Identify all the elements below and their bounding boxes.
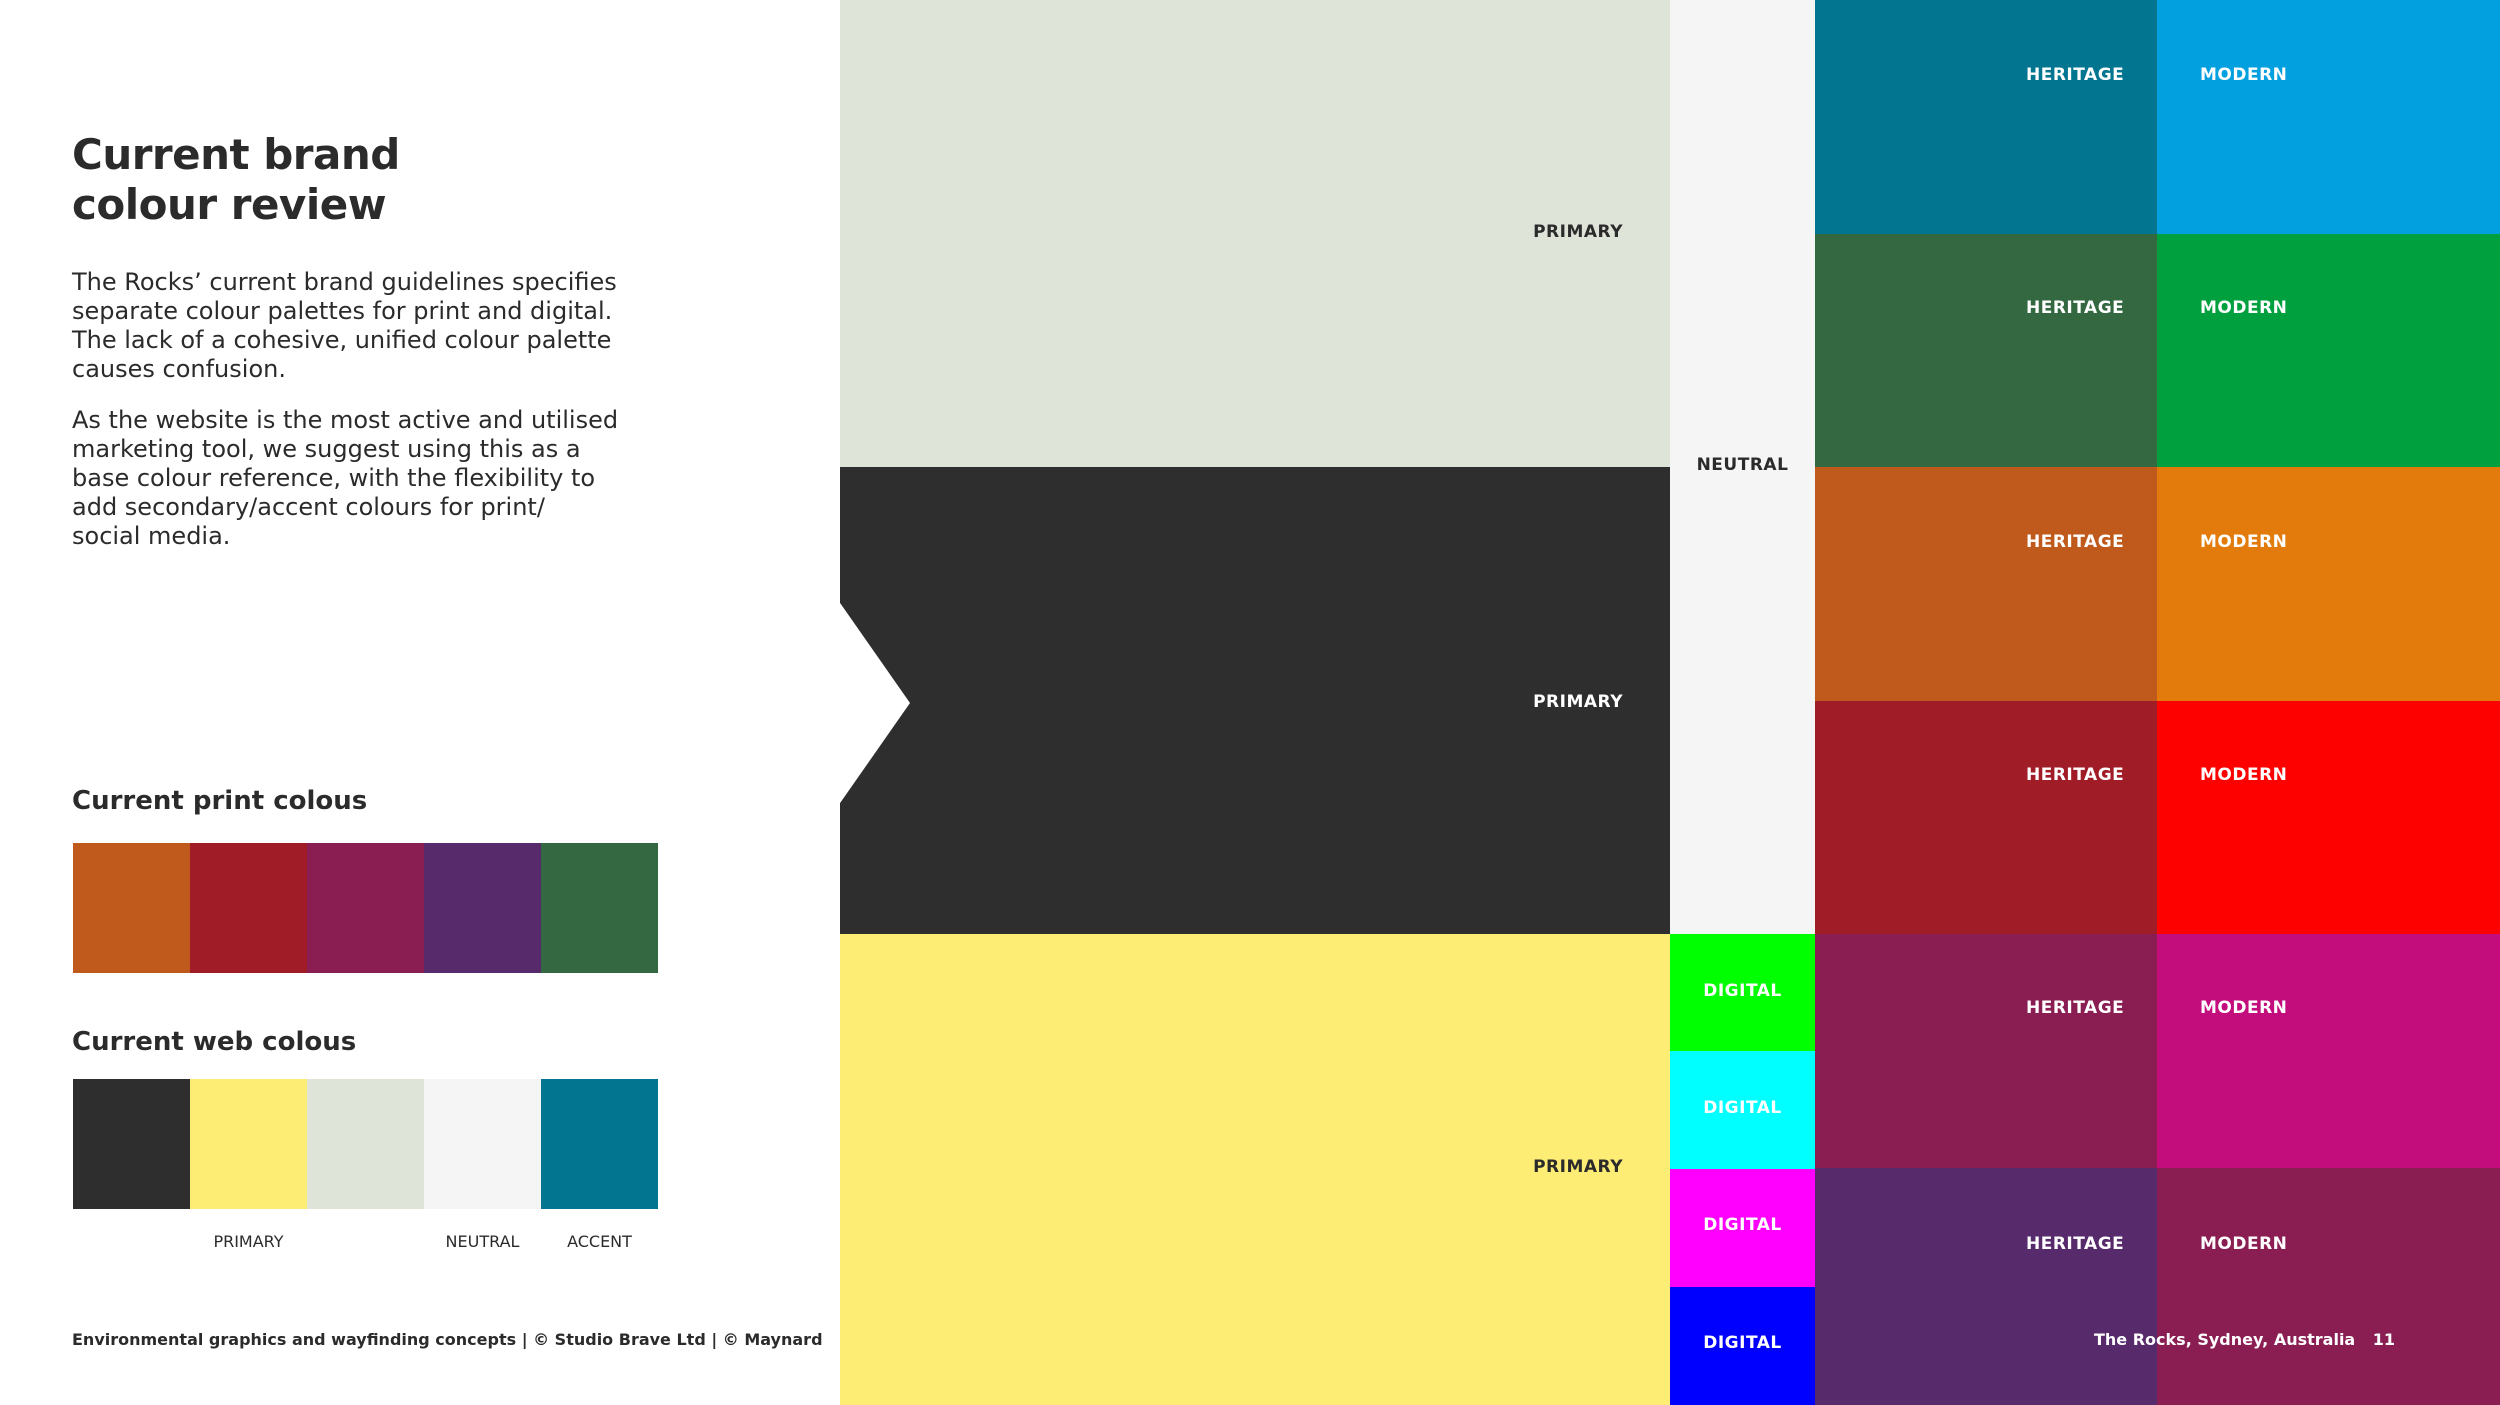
- footer-location: The Rocks, Sydney, Australia 11: [2094, 1330, 2395, 1349]
- print-swatch-3: [307, 843, 425, 973]
- heritage-block: HERITAGE: [1815, 0, 2157, 234]
- intro-paragraph-2: As the website is the most active and ut…: [72, 406, 672, 551]
- para1-line-4: causes confusion.: [72, 355, 286, 383]
- modern-block: MODERN: [2157, 934, 2500, 1168]
- modern-label: MODERN: [2200, 1234, 2288, 1254]
- modern-label: MODERN: [2200, 998, 2288, 1018]
- web-swatch-1: [73, 1079, 191, 1209]
- heritage-label: HERITAGE: [2026, 1234, 2125, 1254]
- digital-block-magenta: DIGITAL: [1670, 1169, 1815, 1287]
- footer-credits: Environmental graphics and wayfinding co…: [72, 1330, 823, 1349]
- para2-line-4: add secondary/accent colours for print/: [72, 493, 545, 521]
- heritage-label: HERITAGE: [2026, 998, 2125, 1018]
- web-swatch-3: [307, 1079, 425, 1209]
- neutral-label: NEUTRAL: [1696, 455, 1789, 475]
- primary-label: PRIMARY: [1533, 222, 1623, 242]
- modern-block: MODERN: [2157, 467, 2500, 701]
- print-swatch-5: [541, 843, 658, 973]
- heritage-label: HERITAGE: [2026, 298, 2125, 318]
- web-label-neutral: NEUTRAL: [445, 1232, 520, 1251]
- digital-label: DIGITAL: [1703, 981, 1782, 1001]
- heritage-label: HERITAGE: [2026, 765, 2125, 785]
- para2-line-5: social media.: [72, 522, 231, 550]
- modern-label: MODERN: [2200, 532, 2288, 552]
- page-number: 11: [2372, 1330, 2396, 1349]
- para1-line-2: separate colour palettes for print and d…: [72, 297, 613, 325]
- digital-block-green: DIGITAL: [1670, 934, 1815, 1051]
- web-label-primary: PRIMARY: [213, 1232, 284, 1251]
- para1-line-3: The lack of a cohesive, unified colour p…: [72, 326, 612, 354]
- web-label-accent: ACCENT: [567, 1232, 632, 1251]
- primary-label: PRIMARY: [1533, 1157, 1623, 1177]
- print-swatch-4: [424, 843, 542, 973]
- modern-block: MODERN: [2157, 1168, 2500, 1405]
- primary-block-yellow: PRIMARY: [840, 934, 1670, 1405]
- heritage-block: HERITAGE: [1815, 467, 2157, 701]
- web-swatch-2: [190, 1079, 308, 1209]
- title-line-1: Current brand: [72, 130, 400, 179]
- para2-line-3: base colour reference, with the flexibil…: [72, 464, 596, 492]
- heritage-label: HERITAGE: [2026, 65, 2125, 85]
- print-swatch-2: [190, 843, 308, 973]
- modern-block: MODERN: [2157, 234, 2500, 467]
- web-colours-heading: Current web colous: [72, 1027, 357, 1057]
- para2-line-1: As the website is the most active and ut…: [72, 406, 619, 434]
- primary-block-dark: PRIMARY: [840, 467, 1670, 934]
- print-colours-heading: Current print colous: [72, 786, 368, 816]
- arrow-notch-icon: [838, 600, 910, 806]
- modern-label: MODERN: [2200, 65, 2288, 85]
- intro-paragraph-1: The Rocks’ current brand guidelines spec…: [72, 268, 672, 384]
- digital-label: DIGITAL: [1703, 1333, 1782, 1353]
- modern-label: MODERN: [2200, 298, 2288, 318]
- heritage-block: HERITAGE: [1815, 234, 2157, 467]
- heritage-block: HERITAGE: [1815, 701, 2157, 934]
- digital-label: DIGITAL: [1703, 1098, 1782, 1118]
- modern-block: MODERN: [2157, 701, 2500, 934]
- modern-label: MODERN: [2200, 765, 2288, 785]
- primary-label: PRIMARY: [1533, 692, 1623, 712]
- neutral-block: NEUTRAL: [1670, 0, 1815, 934]
- print-swatch-1: [73, 843, 191, 973]
- primary-block-light: PRIMARY: [840, 0, 1670, 467]
- digital-label: DIGITAL: [1703, 1215, 1782, 1235]
- heritage-block: HERITAGE: [1815, 934, 2157, 1168]
- heritage-block: HERITAGE: [1815, 1168, 2157, 1405]
- modern-block: MODERN: [2157, 0, 2500, 234]
- heritage-label: HERITAGE: [2026, 532, 2125, 552]
- digital-block-blue: DIGITAL: [1670, 1287, 1815, 1405]
- digital-block-cyan: DIGITAL: [1670, 1051, 1815, 1169]
- title-line-2: colour review: [72, 180, 386, 229]
- web-swatch-4: [424, 1079, 542, 1209]
- location-text: The Rocks, Sydney, Australia: [2094, 1330, 2356, 1349]
- para2-line-2: marketing tool, we suggest using this as…: [72, 435, 581, 463]
- web-swatch-5: [541, 1079, 658, 1209]
- para1-line-1: The Rocks’ current brand guidelines spec…: [72, 268, 617, 296]
- page-title: Current brand colour review: [72, 130, 400, 230]
